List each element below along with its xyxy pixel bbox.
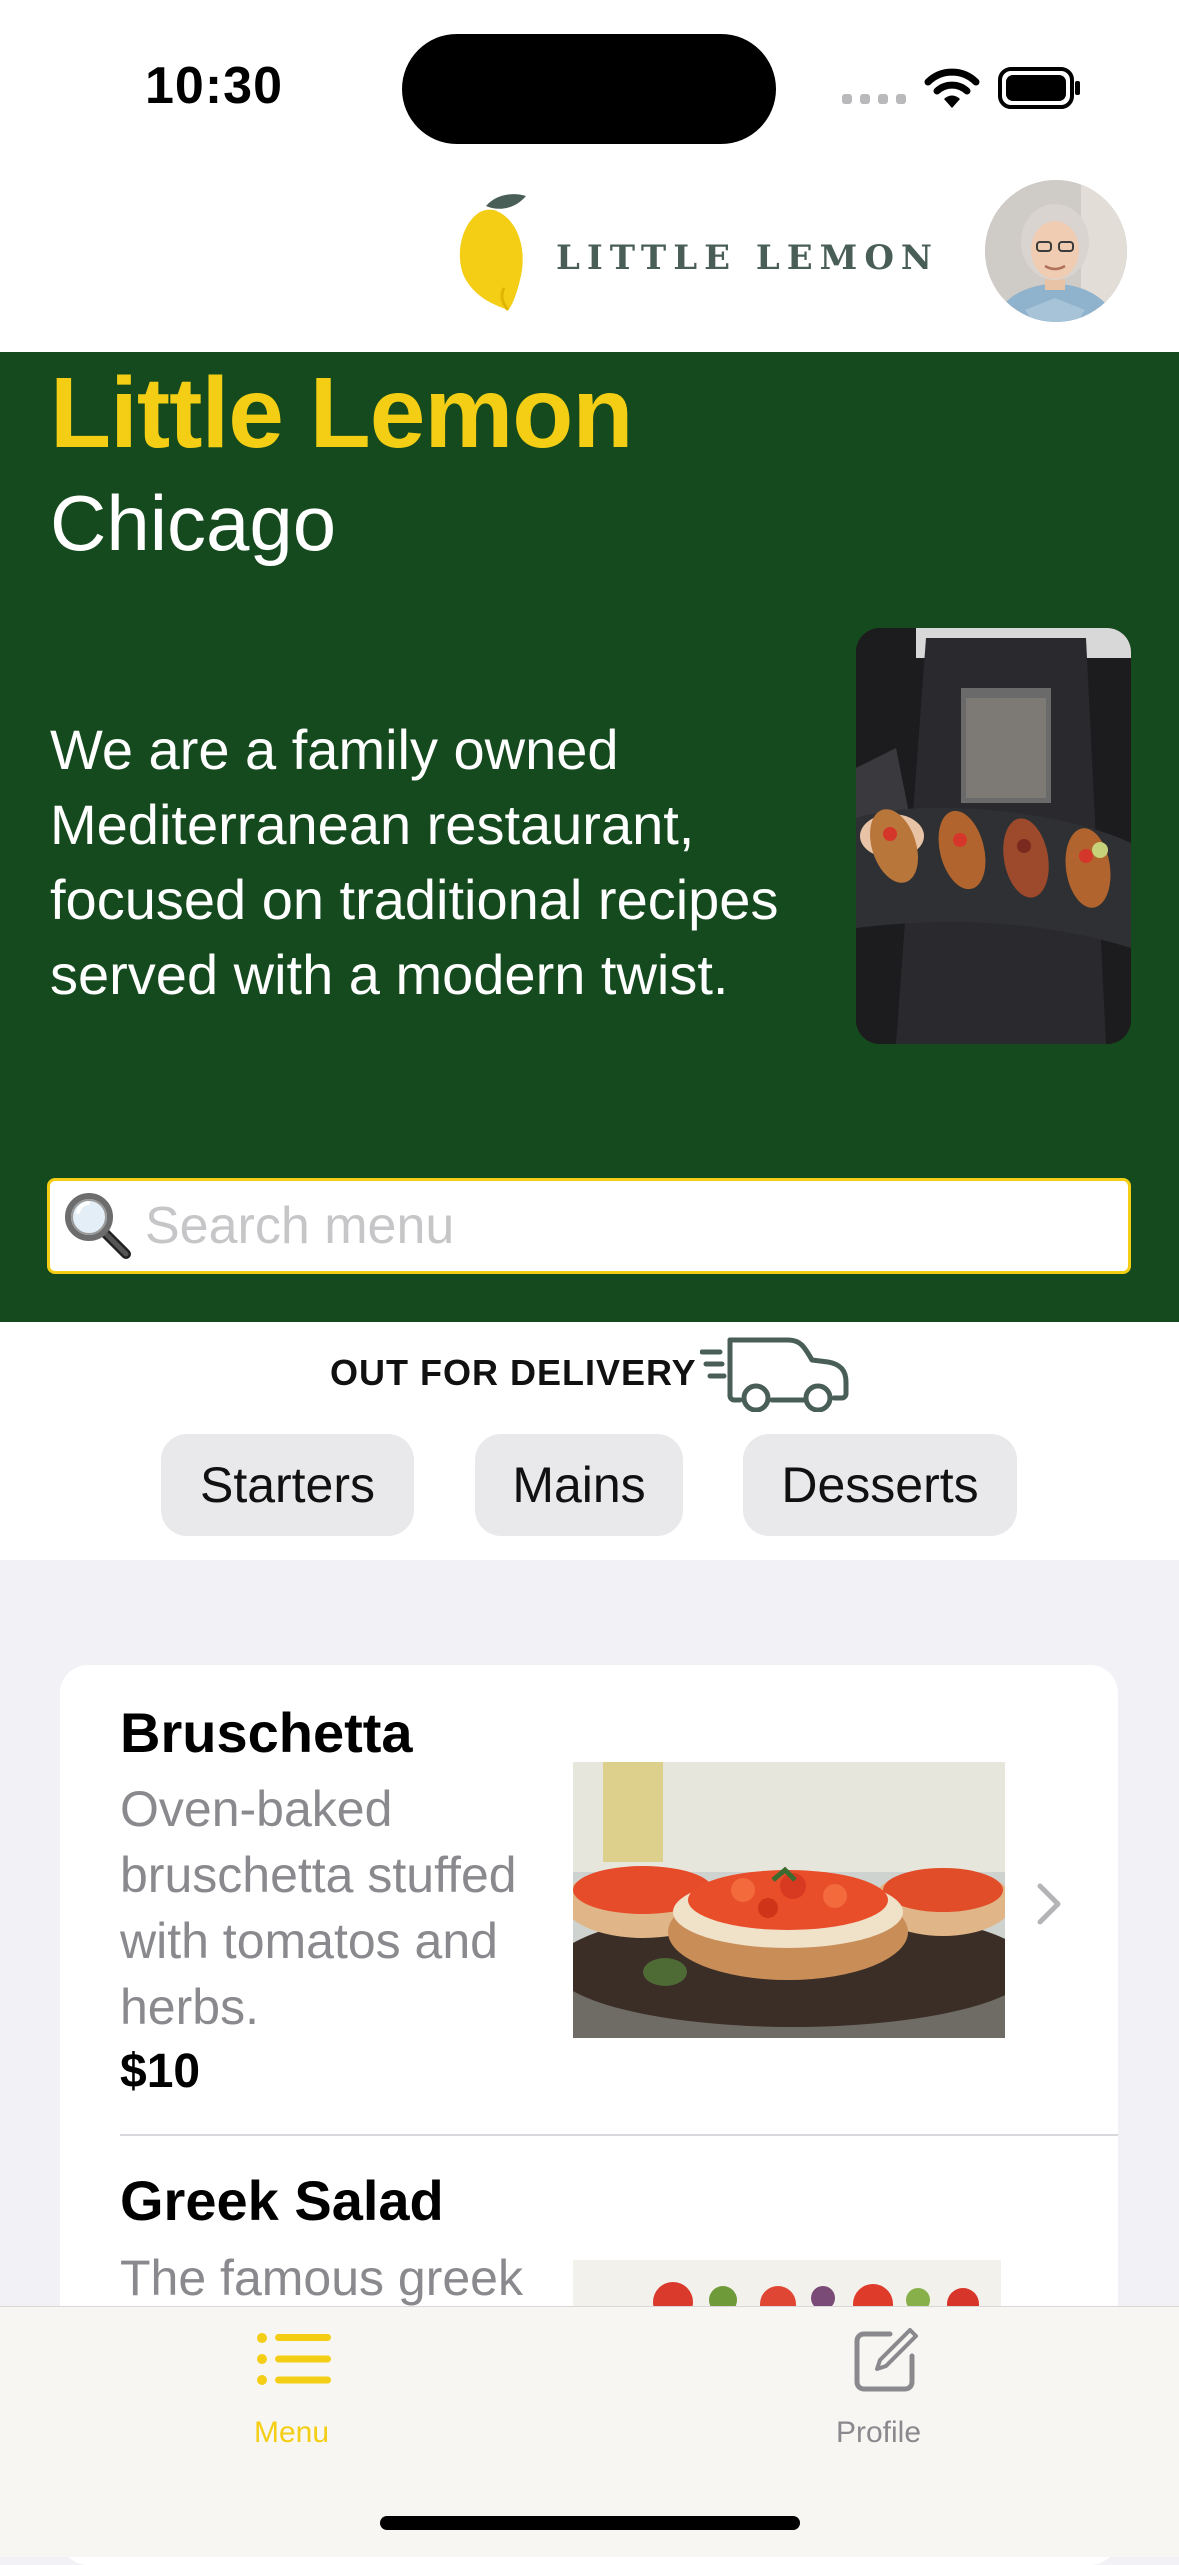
- category-chip-desserts[interactable]: Desserts: [743, 1434, 1017, 1536]
- menu-item-price: $10: [120, 2045, 201, 2098]
- wifi-icon: [924, 68, 980, 108]
- status-time: 10:30: [145, 57, 283, 115]
- hero-image-art: [856, 628, 1131, 1044]
- bruschetta-image-art: [573, 1762, 1005, 2038]
- dynamic-island: [402, 34, 776, 144]
- greek-salad-image-art: [573, 2260, 1001, 2306]
- hero-title: Little Lemon: [50, 357, 633, 469]
- tab-menu-label: Menu: [254, 2416, 330, 2449]
- hero-description: We are a family owned Mediterranean rest…: [50, 718, 779, 1006]
- category-chip-starters[interactable]: Starters: [161, 1434, 414, 1536]
- delivery-truck-icon: [700, 1337, 849, 1412]
- hero-image: [856, 628, 1131, 1044]
- menu-item-image: [573, 2260, 1001, 2306]
- hero-city: Chicago: [50, 479, 337, 567]
- menu-item-name: Bruschetta: [120, 1701, 413, 1764]
- delivery-label: OUT FOR DELIVERY: [330, 1352, 697, 1393]
- category-chip-label: Starters: [199, 1457, 376, 1513]
- cellular-signal-icon: [842, 94, 906, 104]
- category-chip-label: Mains: [512, 1457, 646, 1513]
- category-chip-mains[interactable]: Mains: [475, 1434, 683, 1536]
- category-chip-label: Desserts: [781, 1457, 979, 1513]
- search-icon: [65, 1193, 131, 1259]
- menu-item-description: The famous greek: [120, 2250, 523, 2306]
- edit-icon: [854, 2328, 918, 2392]
- chevron-right-icon: [1037, 1883, 1061, 1925]
- list-icon: [257, 2333, 331, 2385]
- battery-icon: [998, 67, 1080, 109]
- menu-item-description: Oven-baked bruschetta stuffed with tomat…: [120, 1781, 517, 2035]
- tab-profile-label: Profile: [836, 2416, 922, 2449]
- logo-wordmark: LITTLE LEMON: [556, 238, 940, 278]
- profile-avatar-image: [985, 180, 1127, 322]
- profile-avatar[interactable]: [985, 180, 1127, 322]
- menu-item-image: [573, 1762, 1005, 2038]
- menu-item-name: Greek Salad: [120, 2169, 444, 2232]
- home-indicator: [380, 2516, 800, 2530]
- search-input[interactable]: [145, 1188, 1105, 1264]
- lemon-logo-icon: [459, 194, 526, 311]
